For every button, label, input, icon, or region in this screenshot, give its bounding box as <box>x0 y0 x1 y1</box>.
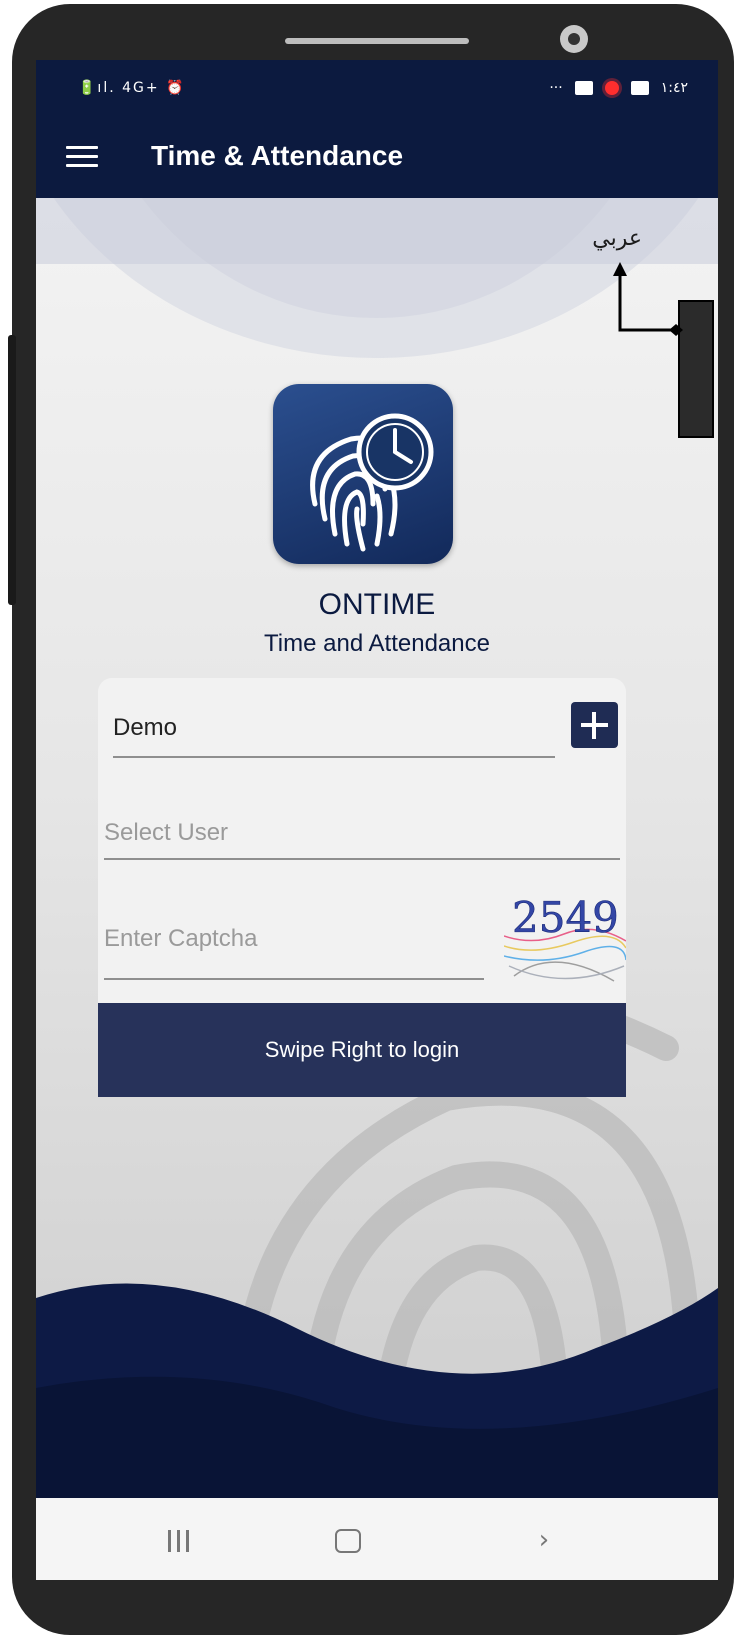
speaker-grille <box>285 38 469 44</box>
side-button <box>8 335 16 605</box>
screen: 🔋ıl. 4G+ ⏰ ··· ١:٤٢ Time & Attendance عر… <box>36 60 718 1580</box>
system-nav-bar: › <box>36 1498 718 1580</box>
status-bar: 🔋ıl. 4G+ ⏰ ··· ١:٤٢ <box>36 60 718 118</box>
home-icon[interactable] <box>328 1520 368 1560</box>
mail-icon <box>574 81 593 95</box>
recording-icon <box>604 81 619 95</box>
app-bar: Time & Attendance <box>36 118 718 198</box>
captcha-input[interactable] <box>104 922 482 956</box>
status-left-icons: 🔋ıl. 4G+ ⏰ <box>78 80 186 96</box>
brand-tagline: Time and Attendance <box>264 630 490 657</box>
app-title: Time & Attendance <box>151 140 404 171</box>
status-right: ··· ١:٤٢ <box>549 80 688 96</box>
user-underline <box>104 858 620 860</box>
status-time: ١:٤٢ <box>660 80 688 96</box>
company-underline <box>113 756 555 758</box>
captcha-underline <box>104 978 484 980</box>
front-camera <box>560 25 588 53</box>
captcha-code: 2549 <box>512 893 619 942</box>
login-content: عربي ONTIME Time and Attendance Demo Sel… <box>36 198 718 1498</box>
recents-icon[interactable] <box>158 1520 198 1560</box>
annotation-callout-box <box>678 300 714 438</box>
more-notifications-icon: ··· <box>549 80 563 96</box>
fingerprint-clock-icon <box>310 413 434 552</box>
brand-name: ONTIME <box>318 588 436 621</box>
bottom-wave <box>36 1283 718 1498</box>
add-company-button[interactable] <box>571 702 618 748</box>
app-logo <box>273 384 453 564</box>
back-icon[interactable]: › <box>524 1520 564 1560</box>
company-field[interactable]: Demo <box>113 714 177 742</box>
captcha-image: 2549 <box>504 893 626 982</box>
menu-icon[interactable] <box>66 142 98 172</box>
swipe-login-button[interactable]: Swipe Right to login <box>98 1003 626 1097</box>
select-user-field[interactable] <box>104 816 618 850</box>
language-toggle[interactable]: عربي <box>592 226 642 251</box>
image-icon <box>630 81 649 95</box>
